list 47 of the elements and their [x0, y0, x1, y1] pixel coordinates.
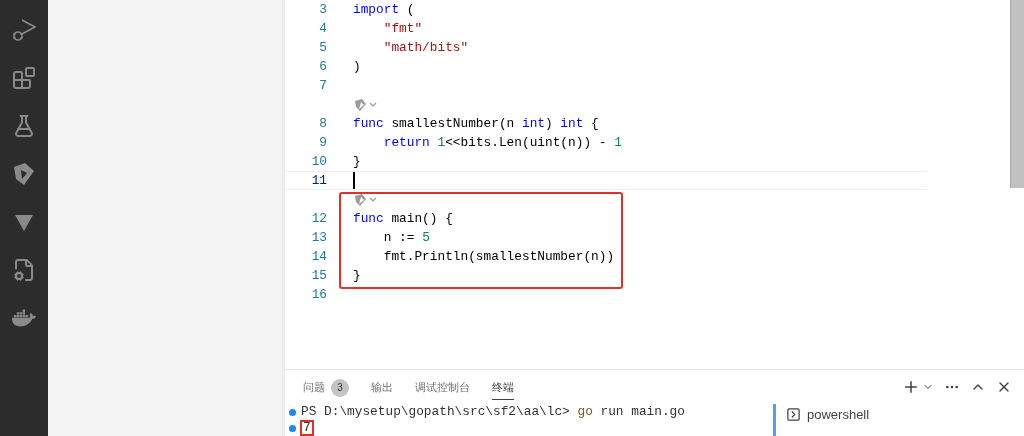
add-terminal-icon[interactable] [902, 378, 920, 396]
line-number: 14 [310, 249, 327, 264]
tab-label: 输出 [371, 380, 393, 395]
panel-tab[interactable]: 终端 [492, 374, 514, 400]
status-dot-icon [289, 408, 296, 416]
text-cursor [353, 172, 355, 189]
code-line: "fmt" [382, 21, 423, 36]
line-number: 13 [310, 230, 327, 245]
tab-label: 终端 [492, 380, 514, 395]
line-number: 10 [310, 154, 327, 169]
code-line: func smallestNumber(n int) int { [353, 116, 599, 131]
line-number: 8 [318, 116, 327, 131]
count-badge: 3 [331, 378, 349, 397]
line-number: 6 [318, 59, 327, 74]
tab-label: 调试控制台 [415, 380, 470, 395]
line-number: 9 [318, 135, 327, 150]
code-line: import ( [353, 2, 415, 17]
code-line: "math/bits" [382, 40, 469, 55]
line-number: 11 [310, 173, 327, 188]
line-number: 16 [310, 287, 327, 302]
line-number: 4 [318, 21, 327, 36]
code-line: func main() { [353, 211, 453, 226]
code-line: } [353, 268, 361, 283]
terminal-icon [786, 406, 801, 422]
status-dot-icon [289, 424, 296, 432]
code-line: return 1<<bits.Len(uint(n)) - 1 [382, 135, 622, 150]
code-line: ) [353, 59, 361, 74]
terminal-command: PS D:\mysetup\gopath\src\sf2\aa\lc> go run main.go [300, 406, 686, 418]
code-lens-icon[interactable] [353, 192, 379, 207]
line-number: 7 [318, 78, 327, 93]
line-number: 12 [310, 211, 327, 226]
extensions-icon[interactable] [10, 64, 38, 92]
terminal-list-item[interactable]: powershell [784, 404, 1024, 424]
panel-tab[interactable]: 调试控制台 [415, 374, 470, 400]
code-line: fmt.Println(smallestNumber(n)) [382, 249, 615, 264]
code-line: } [353, 154, 361, 169]
code-line: n := 5 [382, 230, 430, 245]
panel-tab[interactable]: 输出 [371, 374, 393, 400]
tab-label: 问题 [303, 380, 325, 395]
code-lens-icon[interactable] [353, 97, 379, 112]
panel-tab[interactable]: 问题 3 [303, 372, 349, 402]
line-number: 15 [310, 268, 327, 283]
line-number: 5 [318, 40, 327, 55]
line-number: 3 [318, 2, 327, 17]
run-debug-icon[interactable] [10, 16, 38, 44]
terminal-output: 7 [300, 420, 314, 436]
scrollbar-thumb[interactable] [1010, 0, 1024, 188]
